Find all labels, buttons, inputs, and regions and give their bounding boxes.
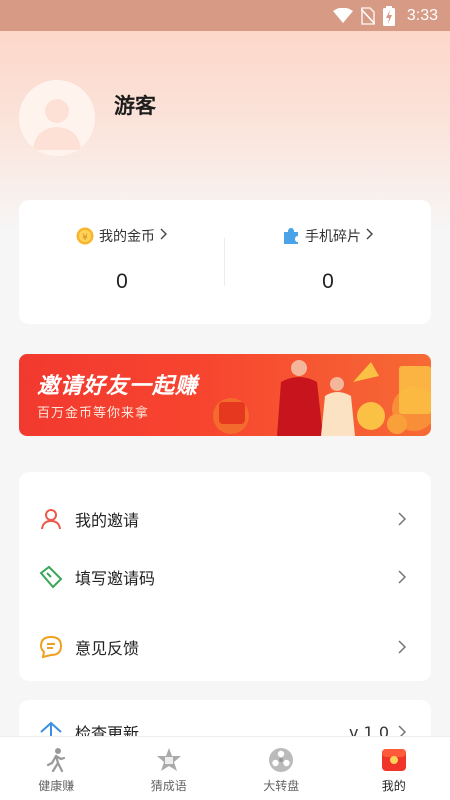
menu-item-label: 意见反馈 xyxy=(75,639,140,658)
feedback-icon xyxy=(39,635,63,659)
coins-section[interactable]: ¥ 我的金币 0 xyxy=(19,200,225,324)
person-icon xyxy=(41,509,61,530)
coins-value: 0 xyxy=(116,270,128,293)
chevron-right-icon xyxy=(398,512,407,526)
default-avatar-icon xyxy=(19,80,95,156)
wallet-card: ¥ 我的金币 0 手机碎片 0 xyxy=(19,200,431,324)
status-time: 3:33 xyxy=(406,6,438,24)
tab-big-wheel[interactable]: 大转盘 xyxy=(225,737,338,800)
menu-item-enter-invite-code[interactable]: 填写邀请码 xyxy=(19,548,431,606)
idiom-icon xyxy=(156,748,181,771)
username[interactable]: 游客 xyxy=(114,90,156,120)
menu-item-feedback[interactable]: 意见反馈 xyxy=(19,618,431,676)
wifi-icon xyxy=(332,7,353,23)
tab-label: 健康赚 xyxy=(38,779,75,793)
tab-label: 猜成语 xyxy=(150,779,187,793)
chevron-right-icon xyxy=(160,228,168,244)
avatar[interactable] xyxy=(19,80,95,156)
walking-icon xyxy=(47,748,66,773)
fragments-label: 手机碎片 xyxy=(305,229,361,245)
battery-charging-icon xyxy=(382,5,395,26)
fragments-section[interactable]: 手机碎片 0 xyxy=(225,200,431,324)
tab-guess-idiom[interactable]: 猜成语 xyxy=(113,737,226,800)
fragments-value: 0 xyxy=(322,270,334,293)
svg-text:¥: ¥ xyxy=(82,233,88,243)
menu-item-label: 我的邀请 xyxy=(75,511,140,530)
tab-mine[interactable]: 我的 xyxy=(338,737,450,800)
coin-icon: ¥ xyxy=(76,227,94,245)
bottom-tab-bar: 健康赚 猜成语 大转盘 我的 xyxy=(0,736,450,800)
banner-subtitle: 百万金币等你来拿 xyxy=(37,406,150,421)
puzzle-icon xyxy=(284,228,298,244)
profile-icon xyxy=(381,749,406,771)
menu-item-label: 填写邀请码 xyxy=(75,569,156,588)
menu-item-my-invites[interactable]: 我的邀请 xyxy=(19,490,431,548)
wheel-icon xyxy=(269,748,294,772)
tab-label: 我的 xyxy=(381,779,406,793)
tab-label: 大转盘 xyxy=(263,779,300,793)
status-bar: 3:33 xyxy=(0,0,450,31)
banner-title: 邀请好友一起赚 xyxy=(37,374,199,399)
coins-label: 我的金币 xyxy=(99,229,155,245)
chevron-right-icon xyxy=(398,640,407,654)
invite-banner[interactable]: 邀请好友一起赚 百万金币等你来拿 xyxy=(19,354,431,436)
chevron-right-icon xyxy=(398,570,407,584)
ticket-icon xyxy=(39,565,63,589)
no-sim-icon xyxy=(360,6,375,25)
tab-health-earn[interactable]: 健康赚 xyxy=(0,737,113,800)
menu-card: 我的邀请 填写邀请码 意见反馈 xyxy=(19,472,431,681)
chevron-right-icon xyxy=(366,228,374,244)
